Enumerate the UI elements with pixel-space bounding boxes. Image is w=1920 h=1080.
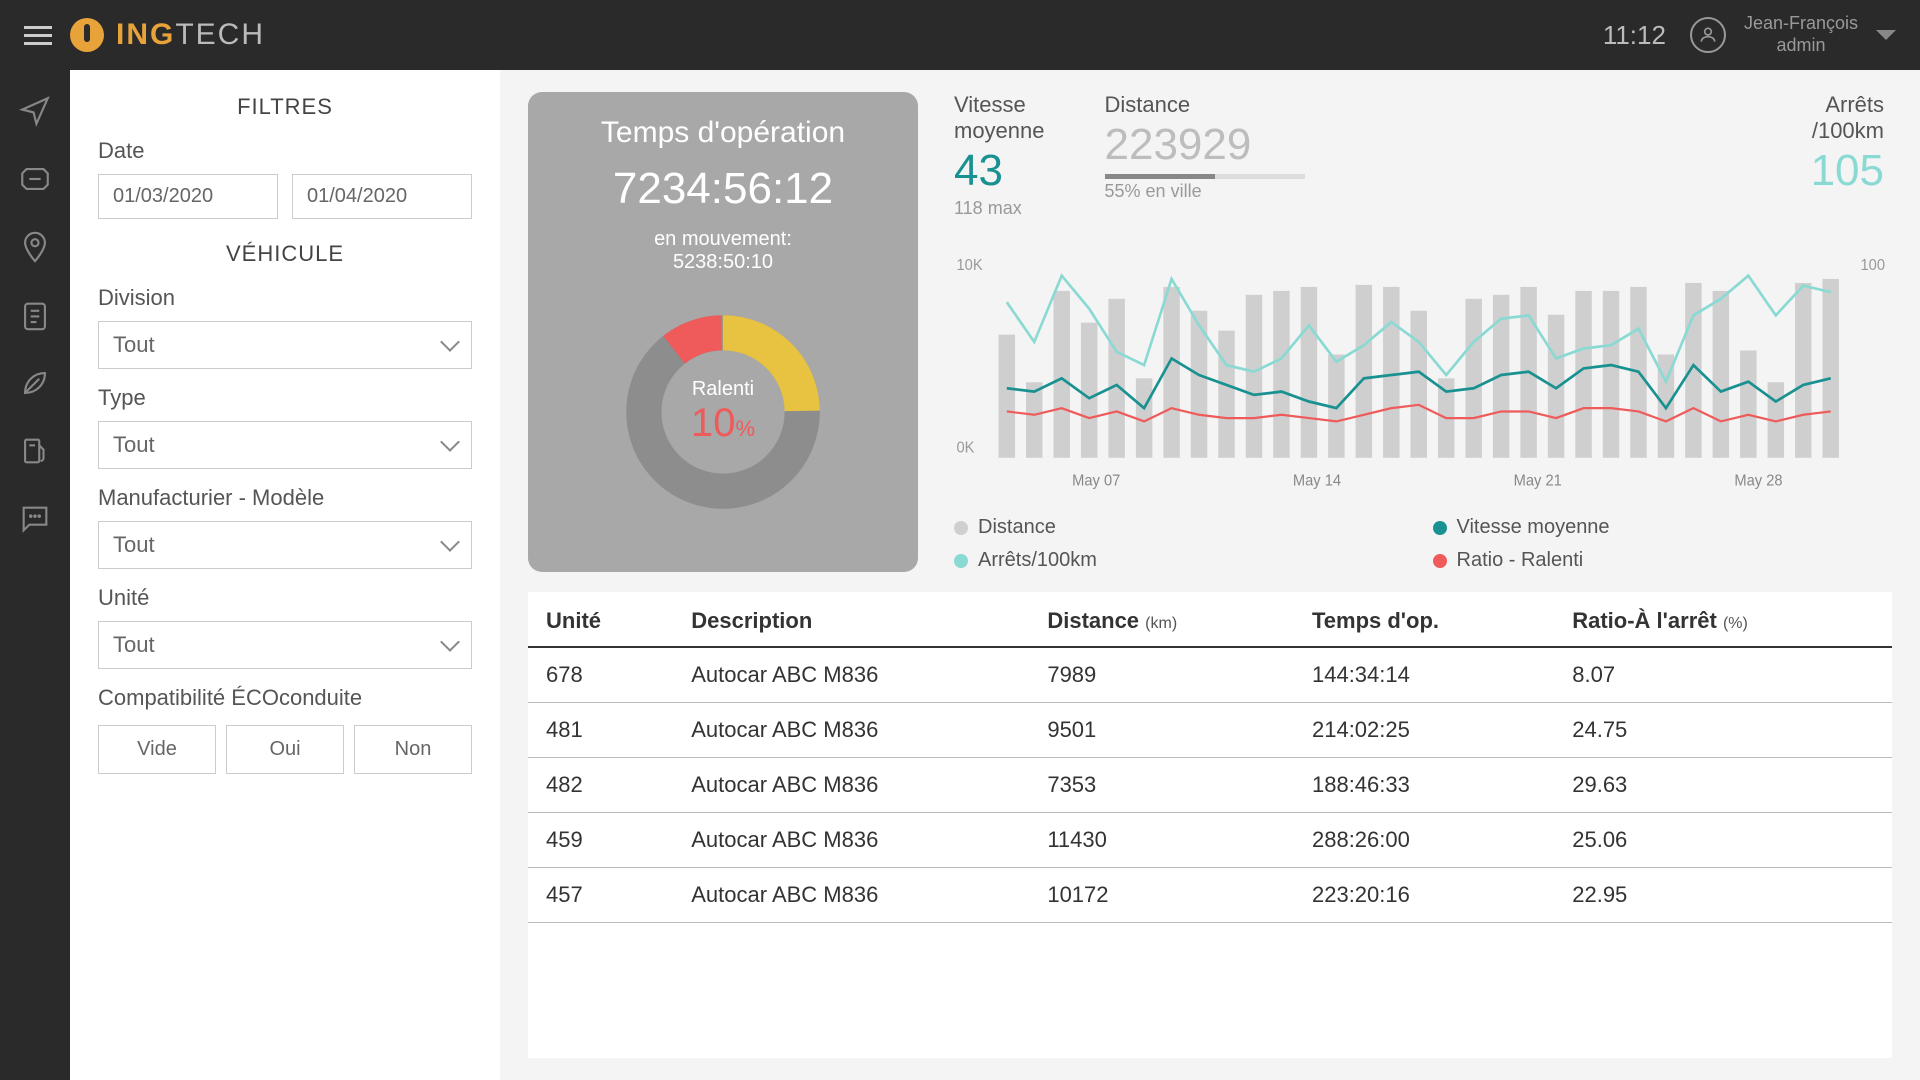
nav-clipboard-icon[interactable] (18, 298, 52, 332)
type-label: Type (98, 385, 472, 411)
chevron-down-icon (440, 332, 460, 352)
operation-time-card: Temps d'opération 7234:56:12 en mouvemen… (528, 92, 918, 572)
svg-text:10K: 10K (957, 257, 983, 274)
eco-oui-button[interactable]: Oui (226, 725, 344, 774)
idle-label: Ralenti (692, 378, 754, 401)
eco-vide-button[interactable]: Vide (98, 725, 216, 774)
brand-logo: INGTECH (70, 18, 265, 52)
op-moving-value: 5238:50:10 (673, 251, 773, 274)
brand-text-2: TECH (175, 18, 265, 52)
speed-value: 43 (954, 146, 1045, 196)
th-time[interactable]: Temps d'op. (1294, 592, 1554, 647)
stops-value: 105 (1811, 146, 1884, 196)
th-unit[interactable]: Unité (528, 592, 673, 647)
type-select[interactable]: Tout (98, 421, 472, 469)
chart-legend: Distance Vitesse moyenne Arrêts/100km Ra… (946, 502, 1892, 572)
date-label: Date (98, 138, 472, 164)
table-row[interactable]: 457Autocar ABC M83610172223:20:1622.95 (528, 868, 1892, 923)
th-desc[interactable]: Description (673, 592, 1029, 647)
nav-leaf-icon[interactable] (18, 366, 52, 400)
stat-stops: Arrêts /100km 105 (1811, 92, 1884, 219)
op-title: Temps d'opération (601, 116, 845, 150)
user-block[interactable]: Jean-François admin (1744, 13, 1858, 56)
table-row[interactable]: 459Autocar ABC M83611430288:26:0025.06 (528, 813, 1892, 868)
legend-stops: Arrêts/100km (954, 549, 1373, 572)
vehicle-title: VÉHICULE (98, 241, 472, 267)
brand-text-1: ING (116, 18, 175, 52)
op-moving-label: en mouvement: (654, 228, 792, 251)
legend-speed: Vitesse moyenne (1433, 516, 1852, 539)
date-from-input[interactable]: 01/03/2020 (98, 174, 278, 219)
stats-row: Vitesse moyenne 43 118 max Distance 2239… (946, 92, 1892, 237)
svg-text:0K: 0K (957, 439, 975, 456)
manuf-select[interactable]: Tout (98, 521, 472, 569)
distance-bar (1105, 174, 1305, 179)
distance-value: 223929 (1105, 120, 1305, 170)
division-label: Division (98, 285, 472, 311)
unit-select[interactable]: Tout (98, 621, 472, 669)
nav-chat-icon[interactable] (18, 502, 52, 536)
table-row[interactable]: 678Autocar ABC M8367989144:34:148.07 (528, 647, 1892, 703)
table-row[interactable]: 482Autocar ABC M8367353188:46:3329.63 (528, 758, 1892, 813)
division-select[interactable]: Tout (98, 321, 472, 369)
stat-speed: Vitesse moyenne 43 118 max (954, 92, 1045, 219)
stat-distance: Distance 223929 55% en ville (1105, 92, 1305, 219)
th-ratio[interactable]: Ratio-À l'arrêt (%) (1554, 592, 1892, 647)
logo-icon (70, 18, 104, 52)
header: INGTECH 11:12 Jean-François admin (0, 0, 1920, 70)
th-dist[interactable]: Distance (km) (1029, 592, 1294, 647)
avatar-icon[interactable] (1690, 17, 1726, 53)
user-dropdown-icon[interactable] (1876, 30, 1896, 40)
svg-text:May 28: May 28 (1734, 472, 1782, 489)
svg-text:May 07: May 07 (1072, 472, 1120, 489)
chevron-down-icon (440, 432, 460, 452)
nav-eld-icon[interactable] (18, 162, 52, 196)
units-table: Unité Description Distance (km) Temps d'… (528, 592, 1892, 1058)
chevron-down-icon (440, 532, 460, 552)
chevron-down-icon (440, 632, 460, 652)
eco-non-button[interactable]: Non (354, 725, 472, 774)
clock: 11:12 (1603, 20, 1666, 51)
manuf-label: Manufacturier - Modèle (98, 485, 472, 511)
menu-icon[interactable] (24, 21, 52, 50)
distance-sub: 55% en ville (1105, 181, 1305, 202)
svg-text:100: 100 (1860, 257, 1885, 274)
user-role: admin (1744, 35, 1858, 57)
metrics-chart: 10K 0K 100 May 07 May 14 May 21 May 28 (946, 237, 1892, 502)
filters-title: FILTRES (98, 94, 472, 120)
user-name: Jean-François (1744, 13, 1858, 35)
table-row[interactable]: 481Autocar ABC M8369501214:02:2524.75 (528, 703, 1892, 758)
date-to-input[interactable]: 01/04/2020 (292, 174, 472, 219)
nav-pin-icon[interactable] (18, 230, 52, 264)
nav-fuel-icon[interactable] (18, 434, 52, 468)
speed-sub: 118 max (954, 198, 1045, 219)
filters-panel: FILTRES Date 01/03/2020 01/04/2020 VÉHIC… (70, 70, 500, 1080)
legend-idle: Ratio - Ralenti (1433, 549, 1852, 572)
eco-label: Compatibilité ÉCOconduite (98, 685, 472, 711)
idle-donut-chart: Ralenti 10% (613, 302, 833, 522)
main-content: Temps d'opération 7234:56:12 en mouvemen… (500, 70, 1920, 1080)
nav-location-icon[interactable] (18, 94, 52, 128)
sidenav (0, 70, 70, 1080)
svg-text:May 14: May 14 (1293, 472, 1341, 489)
idle-pct: 10% (691, 401, 755, 446)
svg-text:May 21: May 21 (1514, 472, 1562, 489)
unit-label: Unité (98, 585, 472, 611)
legend-distance: Distance (954, 516, 1373, 539)
op-time: 7234:56:12 (613, 164, 833, 214)
